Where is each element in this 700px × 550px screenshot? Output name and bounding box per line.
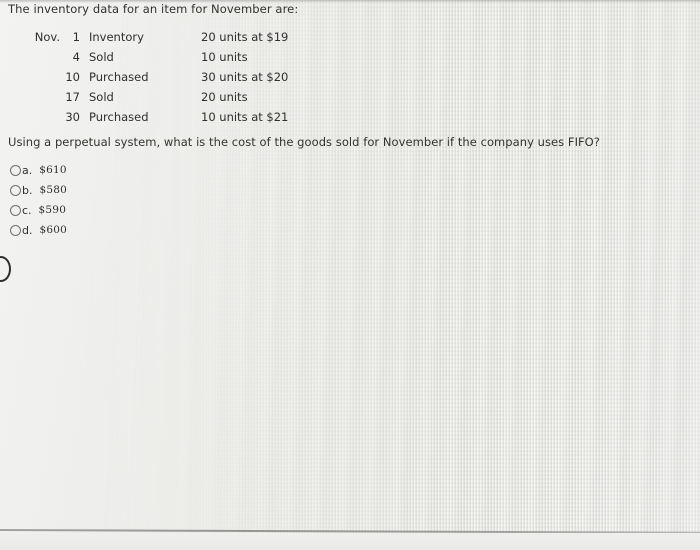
table-row: 4 Sold 10 units bbox=[34, 47, 288, 67]
row-transaction-type: Purchased bbox=[89, 110, 149, 124]
table-row: 10 Purchased 30 units at $20 bbox=[34, 67, 288, 87]
row-day: 1 bbox=[72, 30, 80, 44]
answer-choice-list: a. $610 b. $580 c. $590 d. $600 bbox=[10, 160, 67, 240]
choice-letter: a. bbox=[22, 163, 33, 177]
answer-choice-c[interactable]: c. $590 bbox=[10, 200, 67, 220]
table-body: Nov. 1 Inventory 20 units at $19 4 Sold … bbox=[34, 27, 289, 127]
radio-button-icon[interactable] bbox=[10, 184, 21, 196]
row-transaction-type: Sold bbox=[89, 90, 114, 104]
row-month bbox=[34, 87, 64, 107]
answer-choice-b[interactable]: b. $580 bbox=[10, 180, 67, 200]
row-transaction-type: Purchased bbox=[89, 70, 149, 84]
row-day: 17 bbox=[65, 90, 80, 104]
row-quantity: 10 units bbox=[201, 50, 248, 64]
question-text: Using a perpetual system, what is the co… bbox=[8, 135, 600, 149]
row-month bbox=[34, 107, 64, 127]
row-day: 4 bbox=[72, 50, 80, 64]
choice-value: $590 bbox=[38, 204, 67, 216]
choice-letter: b. bbox=[22, 183, 33, 197]
choice-value: $610 bbox=[39, 164, 67, 176]
choice-letter: d. bbox=[22, 223, 33, 237]
row-month: Nov. bbox=[34, 30, 60, 44]
row-transaction-type: Inventory bbox=[89, 30, 144, 44]
bottom-panel bbox=[0, 533, 700, 550]
row-quantity: 30 units at $20 bbox=[201, 70, 289, 84]
question-content: The inventory data for an item for Novem… bbox=[0, 0, 700, 550]
radio-button-icon[interactable] bbox=[10, 224, 21, 236]
row-quantity: 20 units at $19 bbox=[201, 30, 289, 44]
answer-choice-d[interactable]: d. $600 bbox=[10, 220, 67, 240]
row-transaction-type: Sold bbox=[89, 50, 114, 64]
table-row: 30 Purchased 10 units at $21 bbox=[34, 107, 288, 127]
prompt-text: The inventory data for an item for Novem… bbox=[8, 2, 299, 16]
inventory-transactions-table: Nov. 1 Inventory 20 units at $19 4 Sold … bbox=[34, 27, 289, 127]
answer-choice-a[interactable]: a. $610 bbox=[10, 160, 67, 180]
row-day: 30 bbox=[65, 110, 80, 124]
row-quantity: 10 units at $21 bbox=[201, 110, 289, 124]
table-row: 17 Sold 20 units bbox=[34, 87, 288, 107]
choice-value: $580 bbox=[39, 184, 68, 196]
radio-button-icon[interactable] bbox=[10, 204, 21, 216]
row-day: 10 bbox=[65, 70, 80, 84]
choice-letter: c. bbox=[22, 203, 32, 217]
row-quantity: 20 units bbox=[201, 90, 248, 104]
row-month bbox=[34, 47, 64, 67]
row-month bbox=[34, 67, 64, 87]
choice-value: $600 bbox=[39, 224, 68, 236]
radio-button-icon[interactable] bbox=[10, 164, 21, 176]
clipped-circle-artifact bbox=[0, 256, 11, 282]
table-row: Nov. 1 Inventory 20 units at $19 bbox=[34, 27, 289, 47]
